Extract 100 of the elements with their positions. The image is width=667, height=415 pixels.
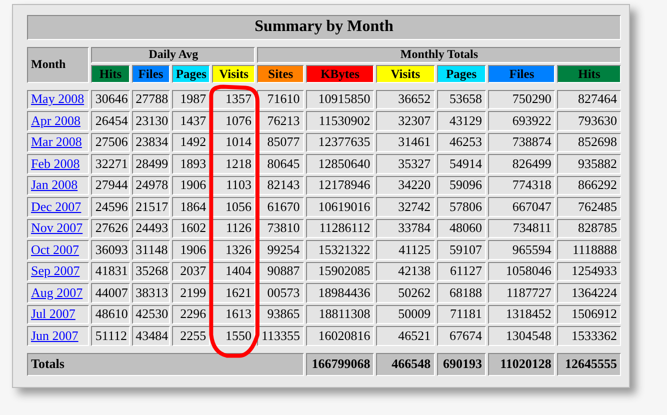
table-title: Summary by Month — [27, 15, 621, 40]
table-cell: 1304548 — [488, 326, 556, 346]
table-cell: 67674 — [436, 326, 486, 346]
table-cell: 46521 — [376, 326, 435, 346]
table-cell: 85077 — [257, 132, 304, 152]
table-cell: 2255 — [172, 326, 210, 346]
table-cell: 1254933 — [557, 262, 621, 282]
table-cell: 1987 — [172, 90, 210, 110]
table-cell: 71610 — [257, 90, 304, 110]
column-header: Visits — [212, 64, 256, 83]
table-cell: 1550 — [212, 326, 256, 346]
table-cell: 61127 — [436, 262, 486, 282]
table-cell: 24493 — [132, 218, 170, 238]
totals-label: Totals — [27, 352, 304, 376]
table-cell: 2199 — [172, 283, 210, 303]
table-cell: 27626 — [91, 218, 130, 238]
table-cell: 1056 — [212, 197, 256, 217]
group-header: Daily Avg — [91, 47, 256, 63]
table-cell: 42138 — [376, 262, 435, 282]
column-header: Files — [488, 64, 556, 83]
table-cell: 53658 — [436, 90, 486, 110]
table-cell: 38313 — [132, 283, 170, 303]
table-cell: 00573 — [257, 283, 304, 303]
table-cell: 1621 — [212, 283, 256, 303]
table-cell: 693922 — [488, 111, 556, 131]
table-cell: 11530902 — [306, 111, 374, 131]
table-cell: 93865 — [257, 304, 304, 324]
table-cell: 48610 — [91, 304, 130, 324]
table-cell: 68188 — [436, 283, 486, 303]
table-cell: 827464 — [557, 90, 621, 110]
table-cell: 826499 — [488, 154, 556, 174]
table-cell: 2296 — [172, 304, 210, 324]
column-header: Pages — [172, 64, 210, 83]
table-cell: 16020816 — [306, 326, 374, 346]
table-cell: 73810 — [257, 218, 304, 238]
table-cell: 1533362 — [557, 326, 621, 346]
table-cell: 774318 — [488, 176, 556, 196]
table-cell: 57806 — [436, 197, 486, 217]
table-cell: 43129 — [436, 111, 486, 131]
table-cell: 54914 — [436, 154, 486, 174]
table-cell: 1318452 — [488, 304, 556, 324]
table-cell: 2037 — [172, 262, 210, 282]
table-cell: 46253 — [436, 132, 486, 152]
table-cell: 36652 — [376, 90, 435, 110]
total-cell: 466548 — [376, 352, 435, 376]
table-cell: 1126 — [212, 218, 256, 238]
table-cell: 1357 — [212, 90, 256, 110]
table-cell: 23130 — [132, 111, 170, 131]
table-cell: 35268 — [132, 262, 170, 282]
table-cell: 42530 — [132, 304, 170, 324]
table-cell: 15902085 — [306, 262, 374, 282]
table-cell: 1492 — [172, 132, 210, 152]
total-cell: 11020128 — [488, 352, 556, 376]
table-cell: 793630 — [557, 111, 621, 131]
table-cell: 26454 — [91, 111, 130, 131]
table-cell: 50262 — [376, 283, 435, 303]
table-cell: 935882 — [557, 154, 621, 174]
table-cell: 43484 — [132, 326, 170, 346]
table-cell: 30646 — [91, 90, 130, 110]
table-cell: 734811 — [488, 218, 556, 238]
total-cell: 690193 — [436, 352, 486, 376]
table-cell: 59107 — [436, 240, 486, 260]
table-cell: 12377635 — [306, 132, 374, 152]
table-cell: 27944 — [91, 176, 130, 196]
table-cell: 34220 — [376, 176, 435, 196]
table-cell: 1014 — [212, 132, 256, 152]
table-cell: 32307 — [376, 111, 435, 131]
column-header: Hits — [557, 64, 621, 83]
group-header: Monthly Totals — [257, 47, 621, 63]
table-cell: 10915850 — [306, 90, 374, 110]
table-cell: 1364224 — [557, 283, 621, 303]
table-cell: 762485 — [557, 197, 621, 217]
table-cell: 59096 — [436, 176, 486, 196]
table-cell: 18811308 — [306, 304, 374, 324]
table-cell: 750290 — [488, 90, 556, 110]
table-cell: 36093 — [91, 240, 130, 260]
table-cell: 965594 — [488, 240, 556, 260]
table-cell: 24978 — [132, 176, 170, 196]
column-header: KBytes — [306, 64, 374, 83]
table-cell: 76213 — [257, 111, 304, 131]
table-cell: 32271 — [91, 154, 130, 174]
table-cell: 80645 — [257, 154, 304, 174]
table-cell: 1906 — [172, 240, 210, 260]
table-cell: 852698 — [557, 132, 621, 152]
table-cell: 82143 — [257, 176, 304, 196]
table-cell: 18984436 — [306, 283, 374, 303]
table-cell: 99254 — [257, 240, 304, 260]
table-cell: 1326 — [212, 240, 256, 260]
table-cell: 1602 — [172, 218, 210, 238]
table-cell: 31461 — [376, 132, 435, 152]
table-cell: 12178946 — [306, 176, 374, 196]
column-header: Pages — [436, 64, 486, 83]
table-cell: 1404 — [212, 262, 256, 282]
table-cell: 1218 — [212, 154, 256, 174]
table-cell: 27788 — [132, 90, 170, 110]
table-cell: 51112 — [91, 326, 130, 346]
table-cell: 48060 — [436, 218, 486, 238]
table-cell: 1864 — [172, 197, 210, 217]
table-cell: 1906 — [172, 176, 210, 196]
table-cell: 31148 — [132, 240, 170, 260]
